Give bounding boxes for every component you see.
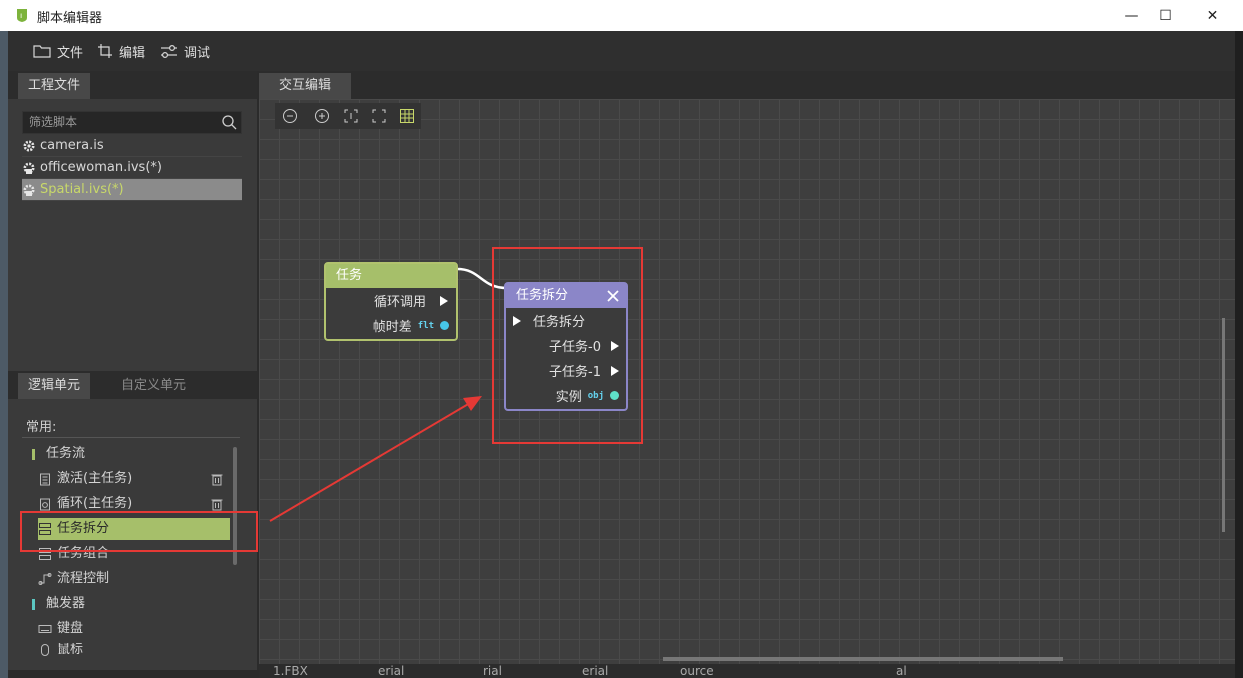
- annotation-arrow: [269, 396, 482, 522]
